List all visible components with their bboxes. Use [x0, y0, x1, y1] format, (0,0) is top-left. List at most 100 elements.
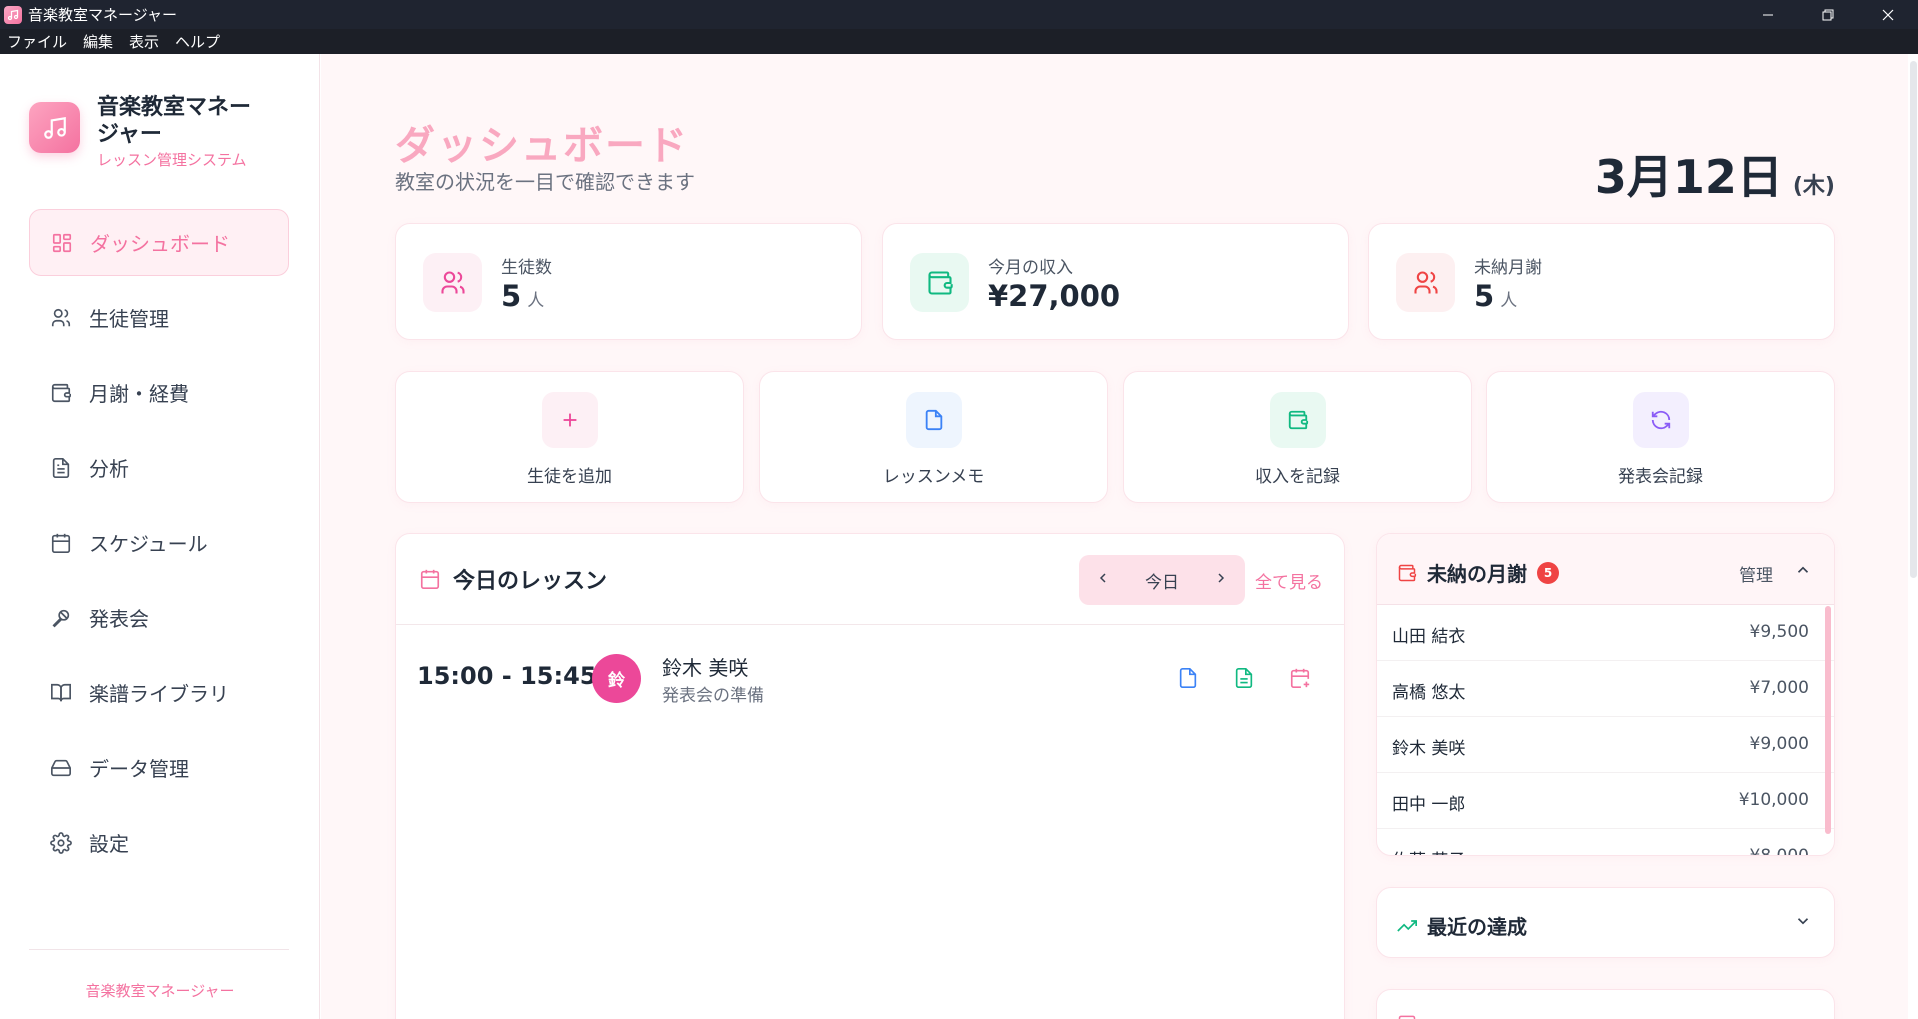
nav-item-fees[interactable]: 月謝・経費 [29, 359, 289, 426]
plus-icon [541, 392, 598, 448]
unpaid-list: 山田 結衣 ¥9,500 高橋 悠太 ¥7,000 鈴木 美咲 ¥9,000 田中 一… [1377, 605, 1834, 855]
calendar-icon [420, 569, 440, 589]
brand-name: 音楽教室マネージャー [97, 95, 252, 147]
page-title: ダッシュボード [395, 123, 689, 169]
document-icon [49, 456, 73, 480]
stat-label: 生徒数 [501, 258, 552, 278]
achievements-panel[interactable]: 最近の達成 [1376, 887, 1835, 958]
minimize-button[interactable] [1738, 0, 1798, 29]
nav-label: ダッシュボード [90, 232, 230, 256]
stat-card-income: 今月の収入 ¥27,000 [882, 223, 1349, 340]
today-button[interactable]: 今日 [1145, 568, 1179, 593]
restore-button[interactable] [1798, 0, 1858, 29]
list-item[interactable]: 高橋 悠太 ¥7,000 [1377, 661, 1834, 717]
wallet-icon [1398, 564, 1417, 581]
file-icon[interactable] [1176, 666, 1200, 690]
nav-label: スケジュール [89, 532, 208, 556]
recital-record-button[interactable]: 発表会記録 [1486, 371, 1835, 503]
nav-item-recital[interactable]: 発表会 [29, 584, 289, 651]
stat-label: 未納月謝 [1474, 258, 1542, 278]
sidebar-divider [29, 949, 289, 950]
stat-card-unpaid: 未納月謝 5人 [1368, 223, 1835, 340]
wallet-icon [49, 381, 73, 405]
date-weekday: (木) [1792, 174, 1835, 199]
stat-label: 今月の収入 [988, 258, 1073, 278]
scrollbar-thumb[interactable] [1910, 61, 1917, 578]
refresh-icon [1632, 392, 1689, 448]
panel-title: 最近の達成 [1397, 911, 1527, 940]
wallet-icon [1269, 392, 1326, 448]
nav-item-settings[interactable]: 設定 [29, 809, 289, 876]
menu-edit[interactable]: 編集 [83, 31, 113, 52]
panel-header: 未納の月謝 5 管理 [1377, 534, 1834, 605]
menu-help[interactable]: ヘルプ [175, 31, 220, 52]
app-icon [4, 5, 22, 24]
lesson-time: 15:00 - 15:45 [417, 662, 597, 690]
menu-file[interactable]: ファイル [7, 31, 67, 52]
nav-item-analysis[interactable]: 分析 [29, 434, 289, 501]
quick-action-label: レッスンメモ [882, 467, 985, 487]
lesson-row[interactable]: 15:00 - 15:45 鈴 鈴木 美咲 発表会の準備 [396, 646, 1344, 710]
date-pager: 今日 [1079, 555, 1245, 605]
lesson-memo-button[interactable]: レッスンメモ [759, 371, 1108, 503]
lesson-note: 発表会の準備 [662, 686, 764, 706]
nav-label: 生徒管理 [89, 307, 169, 331]
chevron-right-icon[interactable] [1213, 570, 1229, 590]
grid-icon [50, 231, 74, 255]
music-note-icon [29, 102, 80, 153]
stat-card-students: 生徒数 5人 [395, 223, 862, 340]
trending-up-icon [1397, 919, 1417, 932]
nav-item-students[interactable]: 生徒管理 [29, 284, 289, 351]
current-date: 3月12日 (木) [1595, 141, 1835, 207]
brand-subtitle: レッスン管理システム [97, 151, 247, 169]
quick-action-label: 収入を記録 [1255, 467, 1340, 487]
sidebar: 音楽教室マネージャー レッスン管理システム ダッシュボード 生徒管理 月謝・経費… [0, 54, 320, 1019]
menu-bar: ファイル 編集 表示 ヘルプ [0, 29, 1918, 54]
close-button[interactable] [1858, 0, 1918, 29]
panel-title [1397, 1013, 1427, 1019]
list-item[interactable]: 鈴木 美咲 ¥9,000 [1377, 717, 1834, 773]
date-main: 3月12日 [1594, 150, 1783, 204]
microphone-icon [49, 606, 73, 630]
manage-link[interactable]: 管理 [1739, 561, 1773, 586]
chevron-up-icon[interactable] [1794, 561, 1812, 583]
nav-label: 発表会 [89, 607, 149, 631]
users-icon [423, 253, 482, 312]
list-item[interactable]: 田中 一郎 ¥10,000 [1377, 773, 1834, 829]
record-income-button[interactable]: 収入を記録 [1123, 371, 1472, 503]
stat-value: ¥27,000 [988, 279, 1121, 313]
nav-item-schedule[interactable]: スケジュール [29, 509, 289, 576]
add-student-button[interactable]: 生徒を追加 [395, 371, 744, 503]
next-panel [1376, 989, 1835, 1019]
book-icon [49, 681, 73, 705]
unpaid-fees-panel: 未納の月謝 5 管理 山田 結衣 ¥9,500 高橋 悠太 ¥7,000 鈴木 美咲… [1376, 533, 1835, 856]
nav-item-data[interactable]: データ管理 [29, 734, 289, 801]
panel-header: 今日のレッスン 今日 全て見る [396, 534, 1344, 625]
chevron-down-icon[interactable] [1794, 912, 1812, 934]
menu-view[interactable]: 表示 [129, 31, 159, 52]
list-scrollbar[interactable] [1825, 606, 1831, 834]
calendar-plus-icon[interactable] [1288, 666, 1312, 690]
nav-item-sheet-library[interactable]: 楽譜ライブラリ [29, 659, 289, 726]
users-icon [49, 306, 73, 330]
panel-title: 未納の月謝 5 [1397, 558, 1559, 587]
nav-label: 楽譜ライブラリ [89, 682, 229, 706]
list-item[interactable]: 山田 結衣 ¥9,500 [1377, 605, 1834, 661]
chevron-left-icon[interactable] [1095, 570, 1111, 590]
quick-action-label: 発表会記録 [1618, 467, 1703, 487]
count-badge: 5 [1537, 561, 1559, 584]
calendar-icon [49, 531, 73, 555]
nav-label: 分析 [89, 457, 129, 481]
wallet-icon [910, 253, 969, 312]
users-icon [1396, 253, 1455, 312]
see-all-link[interactable]: 全て見る [1255, 568, 1323, 593]
nav-item-dashboard[interactable]: ダッシュボード [29, 209, 289, 276]
document-text-icon[interactable] [1232, 666, 1256, 690]
stat-value: 5人 [1474, 279, 1518, 313]
avatar: 鈴 [592, 654, 641, 703]
list-item[interactable]: 佐藤 花子¥8,000 [1377, 829, 1834, 855]
panel-title: 今日のレッスン [419, 563, 607, 595]
brand: 音楽教室マネージャー レッスン管理システム [29, 94, 257, 170]
nav-menu: ダッシュボード 生徒管理 月謝・経費 分析 スケジュール 発表会 楽譜ライブラリ [29, 209, 289, 884]
hard-drive-icon [49, 756, 73, 780]
